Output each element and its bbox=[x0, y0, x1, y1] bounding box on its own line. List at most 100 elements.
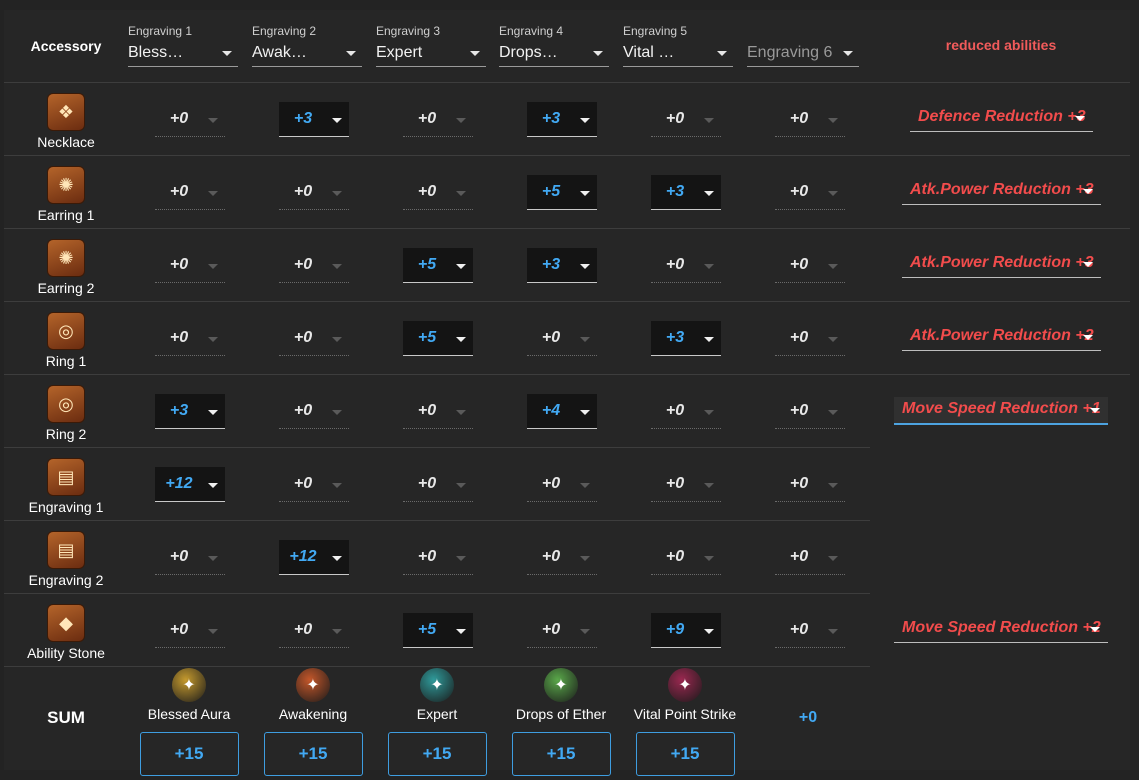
engraving-select-value: Expert bbox=[376, 44, 423, 61]
chevron-down-icon bbox=[704, 191, 714, 196]
chevron-down-icon bbox=[1090, 627, 1100, 632]
engraving-value-select[interactable]: +3 bbox=[527, 102, 597, 137]
chevron-down-icon bbox=[208, 118, 218, 123]
engraving-column-header-3: Engraving 3 Expert bbox=[376, 24, 486, 67]
engraving-value-select[interactable]: +3 bbox=[155, 394, 225, 429]
engraving-value-select[interactable]: +0 bbox=[651, 394, 721, 429]
engraving-value-select[interactable]: +5 bbox=[403, 613, 473, 648]
reduced-ability-select[interactable]: Atk.Power Reduction +3 bbox=[902, 251, 1101, 278]
engraving-value-select[interactable]: +0 bbox=[775, 394, 845, 429]
engraving-value-select[interactable]: +0 bbox=[403, 394, 473, 429]
engraving-4-select[interactable]: Drops… bbox=[499, 42, 609, 67]
chevron-down-icon bbox=[456, 483, 466, 488]
engraving-value: +0 bbox=[293, 475, 313, 492]
engraving-value-select[interactable]: +9 bbox=[651, 613, 721, 648]
chevron-down-icon bbox=[828, 337, 838, 342]
chevron-down-icon bbox=[332, 337, 342, 342]
engraving-value-select[interactable]: +0 bbox=[651, 102, 721, 137]
engraving-value-select[interactable]: +0 bbox=[279, 175, 349, 210]
chevron-down-icon bbox=[332, 410, 342, 415]
engraving-3-select[interactable]: Expert bbox=[376, 42, 486, 67]
engraving-value-select[interactable]: +0 bbox=[403, 175, 473, 210]
engraving-header-label: Engraving 1 bbox=[128, 24, 193, 38]
engraving-value-select[interactable]: +0 bbox=[279, 394, 349, 429]
engraving-select-value: Vital … bbox=[623, 44, 675, 61]
accessory-name: Ring 2 bbox=[45, 426, 87, 442]
engraving-value: +0 bbox=[417, 183, 437, 200]
engraving-value-select[interactable]: +0 bbox=[527, 540, 597, 575]
engraving-value: +3 bbox=[665, 183, 685, 200]
engraving-value-select[interactable]: +0 bbox=[775, 102, 845, 137]
reduced-abilities-header: reduced abilities bbox=[945, 37, 1057, 53]
engraving-value-select[interactable]: +0 bbox=[775, 540, 845, 575]
engraving-value-select[interactable]: +0 bbox=[155, 102, 225, 137]
engraving-value-select[interactable]: +0 bbox=[775, 467, 845, 502]
row-divider bbox=[4, 593, 870, 594]
engraving-value-select[interactable]: +0 bbox=[775, 321, 845, 356]
reduced-ability-select[interactable]: Atk.Power Reduction +3 bbox=[902, 178, 1101, 205]
reduced-ability-select[interactable]: Move Speed Reduction +1 bbox=[894, 397, 1108, 425]
engraving-value: +5 bbox=[417, 329, 437, 346]
ability-stone-icon: ◆ bbox=[47, 604, 85, 642]
engraving-value-select[interactable]: +3 bbox=[527, 248, 597, 283]
engraving-value-select[interactable]: +0 bbox=[651, 540, 721, 575]
engraving-value: +0 bbox=[665, 402, 685, 419]
chevron-down-icon bbox=[580, 264, 590, 269]
engraving-2-select[interactable]: Awak… bbox=[252, 42, 362, 67]
engraving-1-select[interactable]: Bless… bbox=[128, 42, 238, 67]
accessory-cell: ❖ Necklace bbox=[14, 93, 118, 150]
engraving-value-select[interactable]: +0 bbox=[155, 613, 225, 648]
engraving-value-select[interactable]: +5 bbox=[403, 248, 473, 283]
engraving-value: +0 bbox=[665, 110, 685, 127]
engraving-value-select[interactable]: +12 bbox=[279, 540, 349, 575]
reduced-ability-value: Atk.Power Reduction +3 bbox=[910, 181, 1094, 198]
engraving-value-select[interactable]: +12 bbox=[155, 467, 225, 502]
chevron-down-icon bbox=[828, 483, 838, 488]
reduced-ability-value: Atk.Power Reduction +3 bbox=[910, 254, 1094, 271]
engraving-value-select[interactable]: +0 bbox=[527, 321, 597, 356]
reduced-ability-select[interactable]: Move Speed Reduction +2 bbox=[894, 616, 1108, 643]
engraving-value-select[interactable]: +0 bbox=[155, 321, 225, 356]
engraving-value-select[interactable]: +0 bbox=[155, 248, 225, 283]
reduced-ability-select[interactable]: Defence Reduction +3 bbox=[910, 105, 1093, 132]
accessory-row: ◆ Ability Stone +0 +0 +5 +0 +9 +0 Move Speed Red… bbox=[0, 594, 1139, 667]
engraving-value-select[interactable]: +0 bbox=[403, 467, 473, 502]
engraving-5-select[interactable]: Vital … bbox=[623, 42, 733, 67]
engraving-value-select[interactable]: +0 bbox=[651, 467, 721, 502]
engraving-value-select[interactable]: +5 bbox=[403, 321, 473, 356]
engraving-value-select[interactable]: +0 bbox=[775, 613, 845, 648]
engraving-value-select[interactable]: +0 bbox=[155, 175, 225, 210]
chevron-down-icon bbox=[1083, 262, 1093, 267]
chevron-down-icon bbox=[704, 556, 714, 561]
engraving-value-select[interactable]: +0 bbox=[279, 321, 349, 356]
engraving-value-select[interactable]: +3 bbox=[279, 102, 349, 137]
engraving-value-select[interactable]: +0 bbox=[403, 540, 473, 575]
necklace-icon: ❖ bbox=[47, 93, 85, 131]
accessory-name: Necklace bbox=[37, 134, 95, 150]
engraving-value-select[interactable]: +0 bbox=[775, 248, 845, 283]
engraving-value-select[interactable]: +0 bbox=[279, 613, 349, 648]
engraving-value-select[interactable]: +0 bbox=[651, 248, 721, 283]
chevron-down-icon bbox=[704, 264, 714, 269]
engraving-value-select[interactable]: +3 bbox=[651, 321, 721, 356]
engraving-value-select[interactable]: +0 bbox=[155, 540, 225, 575]
engraving-value-select[interactable]: +0 bbox=[279, 248, 349, 283]
engraving-value-select[interactable]: +0 bbox=[279, 467, 349, 502]
chevron-down-icon bbox=[208, 337, 218, 342]
engraving-value-select[interactable]: +0 bbox=[403, 102, 473, 137]
engraving-value-select[interactable]: +0 bbox=[527, 613, 597, 648]
chevron-down-icon bbox=[828, 629, 838, 634]
engraving-value-select[interactable]: +5 bbox=[527, 175, 597, 210]
engraving-6-select[interactable]: Engraving 6 bbox=[747, 42, 859, 67]
reduced-ability-select[interactable]: Atk.Power Reduction +2 bbox=[902, 324, 1101, 351]
blessed-aura-icon: ✦ bbox=[172, 668, 206, 702]
engraving-value-select[interactable]: +4 bbox=[527, 394, 597, 429]
engraving-value-select[interactable]: +3 bbox=[651, 175, 721, 210]
engraving-value-select[interactable]: +0 bbox=[775, 175, 845, 210]
chevron-down-icon bbox=[1083, 335, 1093, 340]
engraving-value: +0 bbox=[169, 183, 189, 200]
engraving-value: +0 bbox=[293, 256, 313, 273]
engraving-select-value: Bless… bbox=[128, 44, 184, 61]
engraving-select-value: Drops… bbox=[499, 44, 558, 61]
engraving-value-select[interactable]: +0 bbox=[527, 467, 597, 502]
